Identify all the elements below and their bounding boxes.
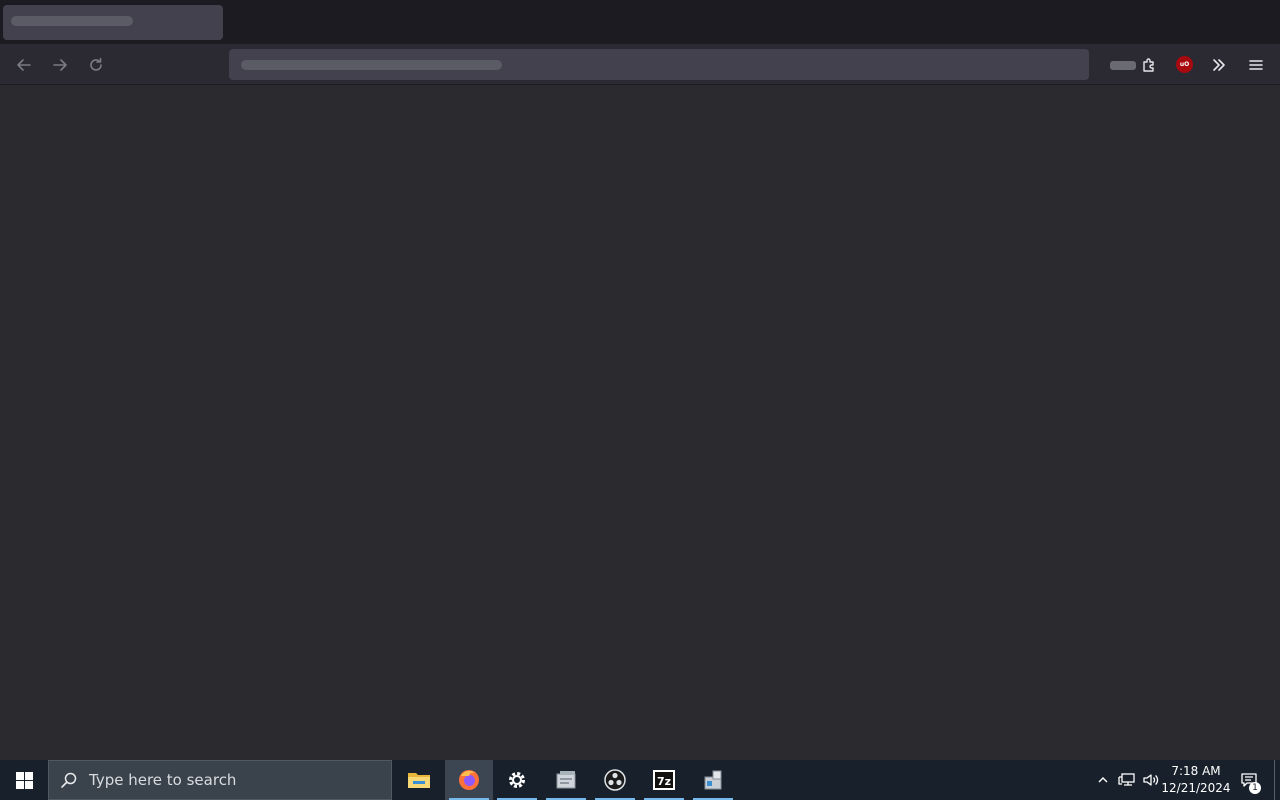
browser-tab[interactable] [3, 5, 223, 40]
obs-icon [604, 769, 626, 791]
windows-logo-icon [15, 771, 33, 789]
arrow-left-icon [17, 59, 31, 71]
action-center-button[interactable] [1237, 760, 1261, 800]
taskbar-app-file-explorer[interactable] [395, 760, 443, 800]
installer-icon [704, 770, 722, 790]
search-placeholder: Type here to search [89, 771, 237, 789]
clock-time: 7:18 AM [1171, 764, 1221, 778]
speaker-icon [1143, 774, 1159, 786]
double-chevron-right-icon [1213, 59, 1225, 71]
taskbar-app-settings[interactable] [493, 760, 541, 800]
extensions-button[interactable] [1136, 52, 1162, 78]
arrow-right-icon [53, 59, 67, 71]
back-button[interactable] [11, 52, 37, 78]
reload-icon [90, 57, 102, 71]
search-icon [49, 771, 89, 789]
hamburger-icon [1249, 60, 1263, 70]
volume-button[interactable] [1140, 760, 1162, 800]
network-button[interactable] [1116, 760, 1138, 800]
overflow-menu-button[interactable] [1206, 52, 1232, 78]
start-button[interactable] [0, 760, 48, 800]
taskbar-search-box[interactable]: Type here to search [48, 760, 392, 800]
page-content[interactable] [0, 86, 1280, 760]
extension-placeholder[interactable] [1110, 61, 1136, 70]
reload-button[interactable] [83, 52, 109, 78]
folder-icon [408, 773, 430, 788]
puzzle-icon [1143, 58, 1154, 72]
taskbar-app-firefox[interactable] [445, 760, 493, 800]
navigation-toolbar: uO [0, 44, 1280, 85]
url-bar[interactable] [229, 49, 1089, 80]
url-text-placeholder [241, 60, 502, 70]
taskbar-app-obs[interactable] [591, 760, 639, 800]
firefox-icon [459, 770, 479, 790]
taskbar-app-window[interactable] [542, 760, 590, 800]
gear-icon [509, 772, 525, 788]
tab-title-placeholder [11, 16, 133, 26]
forward-button[interactable] [47, 52, 73, 78]
taskbar-app-installer[interactable] [689, 760, 737, 800]
app-window-icon [556, 771, 576, 789]
show-hidden-icons-button[interactable] [1094, 760, 1112, 800]
clock-date: 12/21/2024 [1161, 781, 1231, 795]
taskbar-app-7zip[interactable]: 7z [640, 760, 688, 800]
taskbar: Type here to search 7z 7:18 AM 12/21/202… [0, 760, 1280, 800]
svg-text:7z: 7z [657, 775, 671, 788]
chevron-up-icon [1098, 777, 1108, 783]
taskbar-clock[interactable]: 7:18 AM 12/21/2024 [1160, 760, 1232, 800]
notification-count-badge: 1 [1249, 782, 1261, 794]
tab-strip [0, 0, 1280, 44]
7zip-icon: 7z [653, 770, 675, 790]
ublock-origin-icon[interactable]: uO [1176, 56, 1193, 73]
app-menu-button[interactable] [1243, 52, 1269, 78]
show-desktop-button[interactable] [1274, 760, 1280, 800]
network-icon [1118, 773, 1135, 786]
